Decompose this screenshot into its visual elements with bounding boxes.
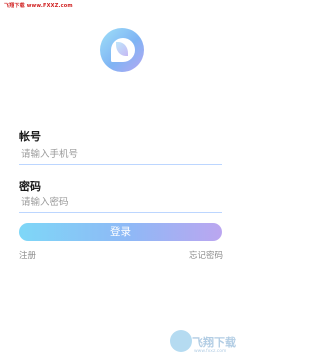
account-input[interactable]	[19, 145, 226, 163]
watermark-bottom: 飞翔下载 www.fxxz.com	[170, 330, 242, 358]
forgot-password-link[interactable]: 忘记密码	[189, 249, 223, 261]
password-underline	[19, 212, 222, 213]
login-button[interactable]: 登录	[19, 223, 222, 241]
account-label: 帐号	[19, 130, 41, 143]
watermark-bottom-text: 飞翔下载	[192, 336, 236, 349]
account-underline	[19, 164, 222, 165]
app-logo-icon	[100, 28, 144, 72]
register-link[interactable]: 注册	[19, 249, 36, 261]
watermark-badge-icon	[170, 330, 192, 352]
watermark-top: 飞翔下载 www.FXXZ.com	[4, 3, 73, 9]
password-label: 密码	[19, 180, 41, 193]
password-input[interactable]	[19, 193, 226, 211]
watermark-bottom-url: www.fxxz.com	[194, 349, 227, 354]
